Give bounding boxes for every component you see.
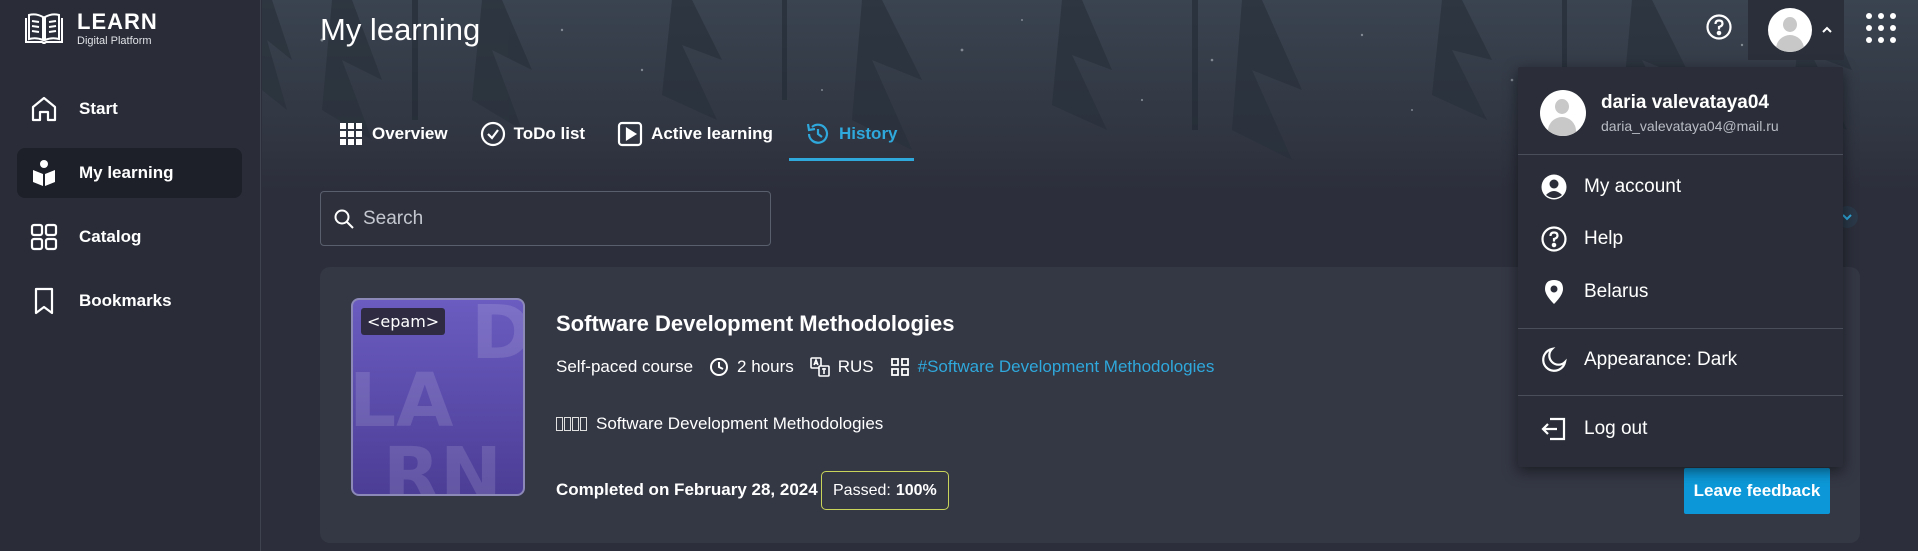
search-icon <box>334 209 354 229</box>
skill-icon <box>556 417 588 431</box>
logout-icon <box>1541 417 1566 441</box>
passed-value: 100% <box>895 481 937 499</box>
course-thumbnail[interactable]: D LA RN <epam> <box>351 298 525 496</box>
tab-label: History <box>838 124 898 143</box>
menu-item-appearance[interactable]: Appearance: Dark <box>1540 346 1737 374</box>
course-tag[interactable]: #Software Development Methodologies <box>890 357 1215 377</box>
sidebar-item-my-learning[interactable]: My learning <box>17 148 242 198</box>
course-type: Self-paced course <box>556 357 694 376</box>
book-logo-icon <box>25 13 63 44</box>
tab-label: ToDo list <box>513 124 586 143</box>
menu-divider <box>1518 154 1843 155</box>
grid-icon <box>30 223 58 251</box>
search-box <box>320 191 771 246</box>
sidebar: LEARN Digital Platform Start My learning… <box>0 0 261 551</box>
epam-logo: <epam> <box>361 308 446 335</box>
course-title[interactable]: Software Development Methodologies <box>556 311 955 337</box>
passed-label: Passed: <box>833 481 891 499</box>
duration-text: 2 hours <box>737 357 794 376</box>
user-menu: daria valevataya04 daria_valevataya04@ma… <box>1518 67 1843 467</box>
sidebar-item-catalog[interactable]: Catalog <box>17 212 242 262</box>
sidebar-item-label: My learning <box>79 163 174 182</box>
leave-feedback-button[interactable]: Leave feedback <box>1684 468 1830 514</box>
user-email: daria_valevataya04@mail.ru <box>1601 118 1779 134</box>
user-info: daria valevataya04 daria_valevataya04@ma… <box>1540 90 1779 136</box>
tab-label: Overview <box>372 124 448 143</box>
account-icon <box>1541 174 1567 200</box>
location-icon <box>1545 280 1563 304</box>
tab-todo-list[interactable]: ToDo list <box>464 110 601 158</box>
help-icon <box>1541 226 1567 252</box>
sidebar-nav: Start My learning Catalog Bookmarks <box>17 84 242 340</box>
passed-badge: Passed: 100% <box>821 471 949 510</box>
avatar <box>1540 90 1586 136</box>
help-icon[interactable] <box>1705 13 1733 41</box>
course-language: RUS <box>809 357 874 377</box>
play-icon <box>617 121 643 147</box>
brand-subtitle: Digital Platform <box>77 35 152 47</box>
course-duration: 2 hours <box>709 357 794 377</box>
menu-divider <box>1518 328 1843 329</box>
language-text: RUS <box>837 357 874 376</box>
menu-item-label: My account <box>1584 176 1682 197</box>
user-avatar-button[interactable] <box>1748 0 1844 60</box>
tab-label: Active learning <box>651 124 773 143</box>
clock-icon <box>710 358 729 376</box>
history-icon <box>806 123 828 144</box>
sidebar-item-label: Catalog <box>79 227 142 246</box>
menu-item-label: Belarus <box>1584 281 1649 302</box>
tag-link[interactable]: #Software Development Methodologies <box>918 357 1215 377</box>
check-circle-icon <box>480 121 505 147</box>
tab-active-learning[interactable]: Active learning <box>601 110 789 158</box>
avatar <box>1768 8 1812 52</box>
chevron-up-icon <box>1822 26 1832 33</box>
translate-icon <box>809 357 830 377</box>
apps-grid-icon[interactable] <box>1864 11 1898 45</box>
tab-overview[interactable]: Overview <box>320 110 464 158</box>
menu-item-help[interactable]: Help <box>1540 225 1623 253</box>
learning-icon <box>33 160 55 186</box>
sidebar-item-label: Bookmarks <box>79 291 172 310</box>
sidebar-item-bookmarks[interactable]: Bookmarks <box>17 276 242 326</box>
logo[interactable]: LEARN Digital Platform <box>24 10 158 48</box>
skill-text: Software Development Methodologies <box>596 414 884 433</box>
menu-item-logout[interactable]: Log out <box>1540 415 1647 443</box>
course-meta: Self-paced course 2 hours RUS #Software … <box>556 357 1230 377</box>
menu-divider <box>1518 395 1843 396</box>
completion-date: Completed on February 28, 2024 <box>556 480 818 499</box>
grid-icon <box>340 123 362 145</box>
tab-history[interactable]: History <box>788 110 914 161</box>
menu-item-location[interactable]: Belarus <box>1540 278 1648 306</box>
menu-item-label: Help <box>1584 228 1624 249</box>
search-input[interactable] <box>363 207 743 230</box>
sidebar-item-label: Start <box>79 99 118 118</box>
menu-item-label: Appearance: Dark <box>1584 349 1738 370</box>
home-icon <box>31 96 57 122</box>
brand-title: LEARN <box>77 9 158 34</box>
sidebar-item-start[interactable]: Start <box>17 84 242 134</box>
menu-item-my-account[interactable]: My account <box>1540 173 1681 201</box>
bookmark-icon <box>34 287 54 315</box>
page-title: My learning <box>320 12 481 47</box>
learning-tabs: Overview ToDo list Active learning Histo… <box>320 110 914 162</box>
user-name: daria valevataya04 <box>1601 92 1769 113</box>
course-skill: Software Development Methodologies <box>556 414 883 434</box>
menu-item-label: Log out <box>1584 418 1648 439</box>
grid-icon <box>890 358 909 376</box>
moon-icon <box>1542 347 1567 372</box>
